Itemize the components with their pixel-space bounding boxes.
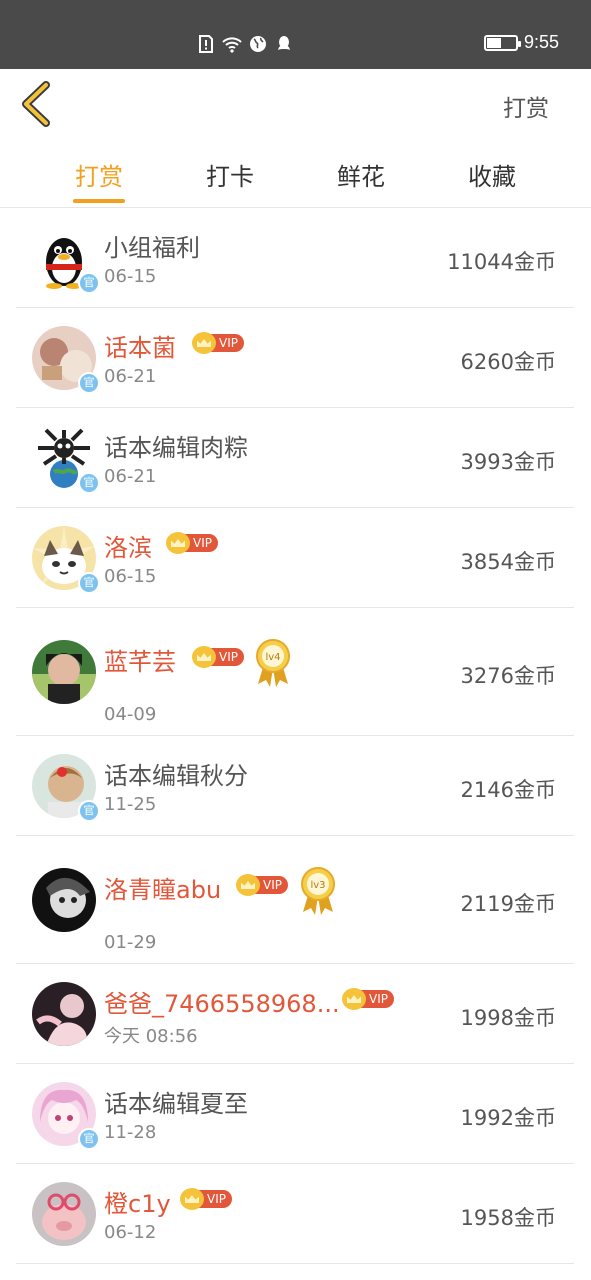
crown-icon [192, 646, 216, 668]
crown-icon [236, 874, 260, 896]
coin-amount: 3276金币 [460, 664, 556, 688]
user-name: 话本编辑肉粽 [104, 434, 248, 462]
battery-icon [483, 34, 521, 51]
user-name: 蓝芊芸 [104, 648, 176, 676]
reward-date: 06-21 [104, 466, 157, 487]
globe-icon [248, 34, 268, 54]
svg-text:lv4: lv4 [265, 652, 280, 663]
list-item[interactable]: 官 话本编辑夏至 11-28 1992金币 [16, 1064, 574, 1164]
level-medal-icon: lv3 [299, 866, 337, 916]
vip-badge: VIP [192, 646, 244, 668]
user-name: 洛滨 [104, 534, 152, 562]
status-bar: 9:55 [0, 0, 591, 69]
reward-date: 06-15 [104, 566, 157, 587]
avatar [32, 1182, 96, 1246]
wifi-icon [222, 34, 242, 54]
official-badge: 官 [78, 800, 100, 822]
reward-date: 06-15 [104, 266, 157, 287]
status-time: 9:55 [523, 32, 559, 52]
official-badge: 官 [78, 472, 100, 494]
reward-date: 06-21 [104, 366, 157, 387]
user-name: 话本菌 [104, 334, 176, 362]
coin-amount: 1958金币 [460, 1206, 556, 1230]
coin-amount: 2146金币 [460, 778, 556, 802]
active-tab-indicator [73, 199, 125, 203]
coin-amount: 2119金币 [460, 892, 556, 916]
list-item[interactable]: 官 洛滨 VIP 06-15 3854金币 [16, 508, 574, 608]
list-item[interactable]: 官 话本编辑肉粽 06-21 3993金币 [16, 408, 574, 508]
crown-icon [166, 532, 190, 554]
list-item[interactable]: 官 话本菌 VIP 06-21 6260金币 [16, 308, 574, 408]
official-badge: 官 [78, 1128, 100, 1150]
level-medal-icon: lv4 [254, 638, 292, 688]
vip-badge: VIP [192, 332, 244, 354]
avatar [32, 868, 96, 932]
coin-amount: 3854金币 [460, 550, 556, 574]
list-item[interactable]: 蓝芊芸 VIP lv4 04-09 3276金币 [16, 608, 574, 736]
svg-text:lv3: lv3 [310, 880, 325, 891]
list-item[interactable]: 官 小组福利 06-15 11044金币 [16, 208, 574, 308]
reward-date: 04-09 [104, 704, 157, 725]
avatar [32, 640, 96, 704]
coin-amount: 6260金币 [460, 350, 556, 374]
tab-reward[interactable]: 打赏 [59, 157, 139, 192]
header: 打赏 [0, 69, 591, 139]
reward-date: 01-29 [104, 932, 157, 953]
alert-icon [196, 34, 216, 54]
vip-badge: VIP [180, 1188, 232, 1210]
tab-flowers[interactable]: 鲜花 [321, 157, 401, 192]
list-item[interactable]: 爸爸_7466558968... VIP 今天 08:56 1998金币 [16, 964, 574, 1064]
crown-icon [192, 332, 216, 354]
list-item[interactable]: 官 话本编辑秋分 11-25 2146金币 [16, 736, 574, 836]
chevron-left-icon [22, 81, 50, 127]
header-action-reward[interactable]: 打赏 [503, 89, 549, 123]
status-right: 9:55 [483, 32, 559, 53]
tab-checkin[interactable]: 打卡 [190, 157, 270, 192]
avatar [32, 982, 96, 1046]
user-name: 爸爸_7466558968... [104, 990, 340, 1018]
back-button[interactable] [18, 81, 58, 127]
official-badge: 官 [78, 572, 100, 594]
user-name: 话本编辑夏至 [104, 1090, 248, 1118]
official-badge: 官 [78, 372, 100, 394]
status-icons [196, 33, 294, 55]
crown-icon [180, 1188, 204, 1210]
coin-amount: 3993金币 [460, 450, 556, 474]
user-name: 洛青瞳abu [104, 876, 222, 904]
user-name: 话本编辑秋分 [104, 762, 248, 790]
user-name: 小组福利 [104, 234, 200, 262]
vip-badge: VIP [166, 532, 218, 554]
user-name: 橙c1y [104, 1190, 171, 1218]
vip-badge: VIP [342, 988, 394, 1010]
list-item[interactable]: 橙c1y VIP 06-12 1958金币 [16, 1164, 574, 1264]
tab-favorites[interactable]: 收藏 [452, 157, 532, 192]
crown-icon [342, 988, 366, 1010]
reward-date: 11-28 [104, 1122, 157, 1143]
coin-amount: 1998金币 [460, 1006, 556, 1030]
reward-date: 今天 08:56 [104, 1026, 198, 1047]
reward-date: 11-25 [104, 794, 157, 815]
coin-amount: 11044金币 [447, 250, 556, 274]
official-badge: 官 [78, 272, 100, 294]
coin-amount: 1992金币 [460, 1106, 556, 1130]
qq-icon [274, 34, 294, 54]
list-item[interactable]: 洛青瞳abu VIP lv3 01-29 2119金币 [16, 836, 574, 964]
vip-badge: VIP [236, 874, 288, 896]
reward-date: 06-12 [104, 1222, 157, 1243]
tab-bar: 打赏 打卡 鲜花 收藏 [0, 139, 591, 208]
